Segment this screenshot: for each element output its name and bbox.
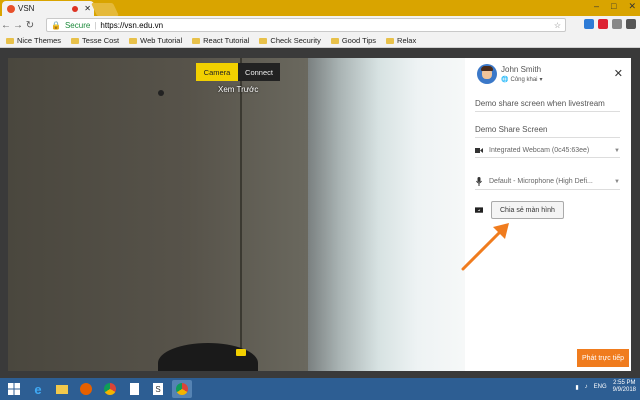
extension-icons [584, 19, 636, 29]
globe-icon: 🌐 [501, 77, 509, 83]
window-close-icon[interactable]: ✕ [628, 1, 636, 12]
system-tray: ▮ ♪ ENG 2:55 PM 9/9/2018 [575, 380, 636, 394]
extension-icon[interactable] [612, 19, 622, 29]
new-tab-button[interactable] [90, 3, 120, 16]
file-explorer-icon[interactable] [52, 380, 72, 398]
description-input[interactable]: Demo Share Screen [475, 125, 620, 138]
clock[interactable]: 2:55 PM 9/9/2018 [613, 380, 636, 394]
back-icon[interactable]: ← [0, 20, 12, 31]
extension-icon[interactable] [598, 19, 608, 29]
site-favicon-icon [7, 4, 15, 13]
browser-tab[interactable]: VSN ✕ [2, 1, 94, 16]
bookmarks-bar: Nice Themes Tesse Cost Web Tutorial Reac… [0, 34, 640, 48]
extension-icon[interactable] [584, 19, 594, 29]
chevron-down-icon: ▼ [614, 178, 620, 185]
go-live-button[interactable]: Phát trực tiếp [577, 349, 629, 367]
language-indicator[interactable]: ENG [594, 384, 607, 390]
minimize-icon[interactable]: – [594, 1, 599, 12]
window-controls: – □ ✕ [594, 1, 636, 12]
reload-icon[interactable]: ↻ [24, 20, 36, 31]
url-text: https://vsn.edu.vn [100, 20, 164, 30]
internet-explorer-icon[interactable]: e [28, 380, 48, 398]
camera-toggle-icon[interactable] [236, 349, 246, 356]
secure-label: Secure [64, 20, 91, 30]
avatar [477, 64, 497, 84]
camera-icon [475, 147, 483, 154]
privacy-dropdown[interactable]: 🌐 Công khai ▾ [501, 76, 543, 84]
folder-icon [6, 37, 14, 44]
folder-icon [386, 37, 395, 44]
tab-connect[interactable]: Connect [238, 63, 280, 81]
title-input[interactable]: Demo share screen when livestream [475, 99, 620, 112]
forward-icon[interactable]: → [12, 20, 24, 31]
address-bar-row: ← → ↻ 🔒 Secure | https://vsn.edu.vn ☆ [0, 16, 640, 34]
chevron-down-icon: ▾ [539, 77, 543, 83]
lock-icon: 🔒 [51, 20, 61, 30]
folder-icon [330, 37, 339, 44]
bookmark-item[interactable]: React Tutorial [192, 36, 249, 45]
chrome-icon[interactable] [172, 380, 192, 398]
taskbar: e S ▮ ♪ ENG 2:55 PM 9/9/2018 [0, 378, 640, 400]
bookmark-item[interactable]: Good Tips [330, 36, 376, 45]
volume-icon[interactable]: ♪ [585, 384, 588, 390]
browser-tab-strip: VSN ✕ – □ ✕ [0, 0, 640, 16]
close-icon[interactable]: ✕ [614, 67, 623, 80]
preview-label: Xem Trước [218, 85, 259, 94]
privacy-label: Công khai [510, 76, 538, 83]
camera-select-value: Integrated Webcam (0c45:63ee) [489, 147, 590, 154]
chevron-down-icon: ▼ [614, 147, 620, 154]
url-input[interactable]: 🔒 Secure | https://vsn.edu.vn ☆ [46, 18, 566, 32]
camera-preview: Camera Connect Xem Trước [8, 58, 465, 371]
tab-camera[interactable]: Camera [196, 63, 238, 81]
annotation-arrow-icon [461, 223, 509, 271]
firefox-icon[interactable] [76, 380, 96, 398]
bookmark-item[interactable]: Check Security [259, 36, 321, 45]
livestream-modal: Camera Connect Xem Trước John Smith 🌐 Cô… [8, 58, 631, 371]
chrome-icon[interactable] [100, 380, 120, 398]
app-icon[interactable] [124, 380, 144, 398]
bookmark-item[interactable]: Relax [386, 36, 416, 45]
folder-icon [129, 37, 138, 44]
recording-indicator-icon [72, 5, 79, 12]
bookmark-item[interactable]: Web Tutorial [129, 36, 182, 45]
menu-icon[interactable] [626, 19, 636, 29]
microphone-select-value: Default - Microphone (High Defi... [489, 178, 593, 185]
bookmark-item[interactable]: Nice Themes [6, 36, 61, 45]
folder-icon [71, 37, 80, 44]
user-name: John Smith [501, 65, 542, 74]
bookmark-item[interactable]: Tesse Cost [71, 36, 119, 45]
microphone-icon [475, 177, 483, 186]
app-icon[interactable]: S [148, 380, 168, 398]
screen-share-icon [475, 206, 483, 214]
maximize-icon[interactable]: □ [611, 1, 616, 12]
tab-title: VSN [18, 4, 35, 13]
folder-icon [192, 37, 201, 44]
source-tabs: Camera Connect [196, 63, 280, 81]
folder-icon [259, 37, 268, 44]
network-icon[interactable]: ▮ [575, 384, 578, 391]
bookmark-star-icon[interactable]: ☆ [554, 21, 561, 30]
microphone-select[interactable]: Default - Microphone (High Defi... ▼ [475, 177, 620, 190]
camera-select[interactable]: Integrated Webcam (0c45:63ee) ▼ [475, 147, 620, 158]
start-icon[interactable] [4, 380, 24, 398]
tab-close-icon[interactable]: ✕ [84, 4, 91, 13]
